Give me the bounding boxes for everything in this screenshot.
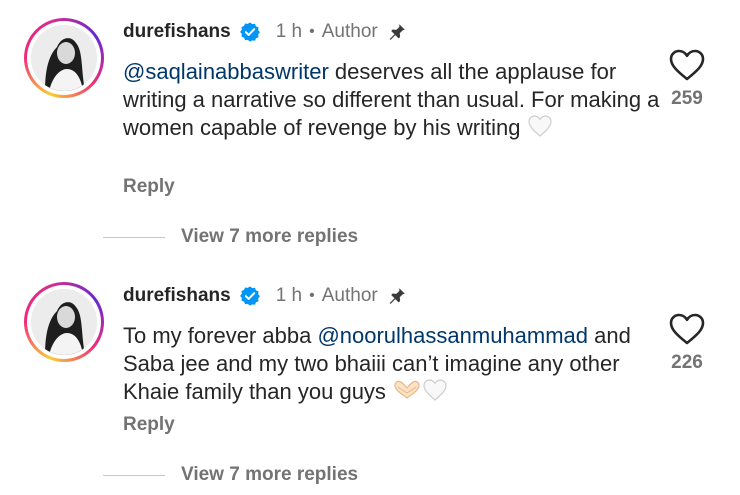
timestamp: 1 h [275,21,303,42]
avatar[interactable] [24,282,104,362]
verified-badge-icon [239,22,260,42]
comment-text: @saqlainabbaswriter deserves all the app… [123,58,663,142]
verified-badge-icon [239,286,260,306]
separator-dot: • [309,287,315,304]
avatar-photo [31,289,97,355]
author-label: Author [321,21,378,42]
pin-icon [389,288,405,304]
reply-button[interactable]: Reply [123,176,175,198]
comment-text: To my forever abba @noorulhassanmuhammad… [123,322,663,406]
avatar[interactable] [24,18,104,98]
divider-line [103,474,165,476]
username[interactable]: durefishans [123,285,231,307]
avatar-photo [31,25,97,91]
view-more-replies-label: View 7 more replies [181,226,359,247]
view-more-replies-label: View 7 more replies [181,464,359,485]
view-more-replies[interactable]: View 7 more replies [103,463,358,487]
mention-link[interactable]: @saqlainabbaswriter [123,59,329,84]
comment-header: durefishans 1 h • Author [123,284,408,308]
like-heart-icon[interactable] [668,312,706,346]
white-heart-icon [527,115,552,137]
view-more-replies[interactable]: View 7 more replies [103,225,358,249]
pin-icon [389,24,405,40]
comment-header: durefishans 1 h • Author [123,20,408,44]
mention-link[interactable]: @noorulhassanmuhammad [317,323,588,348]
author-label: Author [321,285,378,306]
divider-line [103,236,165,238]
reply-button[interactable]: Reply [123,414,175,436]
like-count: 259 [671,88,703,109]
like-heart-icon[interactable] [668,48,706,82]
white-heart-icon [423,379,447,401]
comment-text-content: To my forever abba [123,323,318,348]
timestamp: 1 h [275,285,303,306]
like-count: 226 [671,352,703,373]
heart-hands-icon [394,380,420,399]
username[interactable]: durefishans [123,21,231,43]
separator-dot: • [309,23,315,40]
